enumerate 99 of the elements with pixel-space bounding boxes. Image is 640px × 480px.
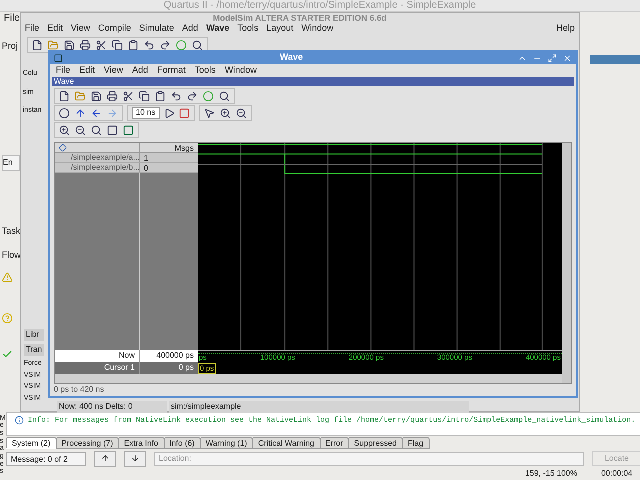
printer-icon[interactable]: [107, 90, 118, 102]
paste-icon[interactable]: [155, 90, 166, 102]
search-icon[interactable]: [219, 90, 230, 102]
next-button[interactable]: [124, 450, 146, 467]
column-header: Msgs: [174, 143, 194, 152]
menu-item[interactable]: Layout: [266, 22, 294, 36]
menu-item[interactable]: Edit: [48, 22, 64, 36]
warning-icon: [2, 272, 13, 283]
now-value: 400000 ps: [156, 350, 194, 362]
now-label: Now: [118, 350, 135, 362]
menu-item[interactable]: Add: [132, 64, 148, 78]
maximize-icon[interactable]: [548, 54, 557, 62]
menu-item[interactable]: File: [4, 10, 20, 26]
signal-value: 0: [143, 163, 150, 172]
menu-item[interactable]: Format: [157, 64, 186, 78]
cut-icon[interactable]: [96, 40, 107, 50]
menu-item[interactable]: Edit: [80, 64, 96, 78]
message-tab[interactable]: Critical Warning: [252, 436, 321, 449]
save-icon[interactable]: [64, 40, 75, 50]
menu-item[interactable]: Window: [224, 64, 257, 78]
panel-tab[interactable]: Tran: [24, 344, 44, 356]
panel-tab[interactable]: Libr: [24, 329, 44, 341]
redo-icon[interactable]: [187, 90, 198, 102]
panel-tab[interactable]: Flow: [2, 248, 22, 262]
copy-icon[interactable]: [139, 90, 150, 102]
status-path: sim:/simpleexample: [169, 400, 469, 412]
undo-icon[interactable]: [171, 90, 182, 102]
window-title: ModelSim ALTERA STARTER EDITION 6.6d: [213, 12, 387, 24]
window-title: Wave: [280, 51, 304, 64]
signal-name[interactable]: /simpleexample/b...: [71, 162, 140, 174]
location-field[interactable]: Location:: [154, 452, 584, 466]
redo-icon[interactable]: [160, 40, 171, 50]
copy-icon[interactable]: [112, 40, 123, 50]
pane-title: Wave: [54, 77, 74, 86]
message-tab[interactable]: Info (6): [164, 436, 201, 449]
menu-item[interactable]: Window: [302, 22, 334, 36]
panel-header: [590, 55, 640, 64]
save-icon[interactable]: [91, 90, 102, 102]
paste-icon[interactable]: [128, 40, 139, 50]
check-icon: [2, 349, 13, 360]
message-count: Message: 0 of 2: [6, 452, 86, 466]
help-icon: [2, 313, 13, 324]
panel-tab[interactable]: Proj: [2, 40, 20, 54]
window-title: Quartus II - /home/terry/quartus/intro/SimpleExample - SimpleExample: [164, 0, 476, 13]
cursor-value: 0 ps: [178, 362, 194, 374]
zoom-full-icon[interactable]: [91, 124, 102, 136]
new-file-icon[interactable]: [59, 90, 70, 102]
menu-item[interactable]: File: [56, 64, 71, 78]
info-icon: [15, 416, 24, 425]
cursor-coordinates: 159, -15 100%: [525, 468, 578, 480]
menu-item[interactable]: Compile: [98, 22, 132, 36]
zoom-in-icon[interactable]: [220, 108, 231, 118]
message-tab[interactable]: Extra Info: [118, 436, 164, 449]
menu-item[interactable]: File: [25, 22, 40, 36]
cut-icon[interactable]: [123, 90, 134, 102]
panel-tab[interactable]: Task: [2, 225, 22, 238]
message-tab[interactable]: Processing (7): [56, 436, 120, 449]
elapsed-time: 00:00:04: [601, 468, 633, 480]
close-icon[interactable]: [563, 54, 572, 62]
signal-name[interactable]: /simpleexample/a...: [71, 152, 140, 164]
menu-item[interactable]: Help: [556, 22, 575, 36]
scrollbar[interactable]: [55, 374, 198, 383]
message-tab[interactable]: Error: [320, 436, 350, 449]
menu-item[interactable]: View: [104, 64, 124, 78]
search-icon[interactable]: [192, 40, 203, 50]
left-arrow-icon[interactable]: [91, 108, 102, 118]
menu-item[interactable]: Tools: [238, 22, 259, 36]
printer-icon[interactable]: [80, 40, 91, 50]
new-file-icon[interactable]: [32, 40, 43, 50]
up-arrow-icon[interactable]: [75, 108, 86, 118]
undo-icon[interactable]: [144, 40, 155, 50]
previous-button[interactable]: [94, 450, 116, 467]
status-time: Now: 400 ns Delts: 0: [57, 400, 167, 412]
stop-icon[interactable]: [178, 108, 190, 118]
zoom-in-icon[interactable]: [59, 124, 70, 136]
menu-item[interactable]: Add: [182, 22, 198, 36]
up-arrow-icon: [100, 454, 110, 464]
scrollbar[interactable]: [198, 374, 562, 383]
message-tab[interactable]: Suppressed: [348, 436, 403, 449]
message-tab[interactable]: Flag: [402, 436, 430, 449]
app-icon: [54, 54, 63, 62]
down-arrow-icon: [130, 454, 140, 464]
signal-value: 1: [143, 153, 150, 162]
pointer-icon[interactable]: [204, 108, 215, 118]
panel-icon[interactable]: [123, 124, 134, 136]
panel-icon[interactable]: [107, 124, 118, 136]
cursor-label: Cursor 1: [104, 362, 135, 374]
menu-item[interactable]: Tools: [194, 64, 216, 78]
time-range: 0 ps to 420 ns: [54, 384, 104, 396]
message-tab[interactable]: Warning (1): [200, 436, 254, 449]
menu-item[interactable]: View: [71, 22, 90, 36]
scrollbar[interactable]: [562, 143, 571, 383]
message-tab[interactable]: System (2): [6, 436, 57, 449]
folder-icon[interactable]: [48, 40, 59, 50]
time-step-field[interactable]: 10 ns: [132, 107, 160, 119]
menu-item[interactable]: Simulate: [139, 22, 174, 36]
zoom-out-icon[interactable]: [236, 108, 247, 118]
menu-item[interactable]: Wave: [206, 22, 230, 36]
zoom-out-icon[interactable]: [75, 124, 86, 136]
